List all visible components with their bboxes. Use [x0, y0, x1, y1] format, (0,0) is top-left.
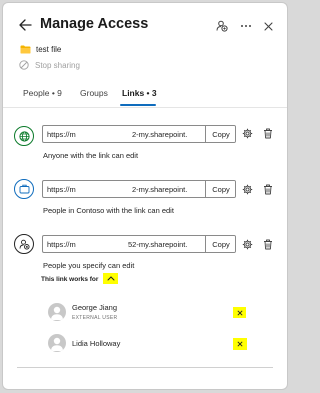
copy-button[interactable]: Copy — [205, 236, 235, 252]
link-type-anyone — [14, 126, 34, 146]
gear-icon — [242, 239, 253, 250]
more-horizontal-icon — [241, 25, 251, 27]
link-url-start: https://m — [47, 185, 76, 194]
page-title: Manage Access — [40, 16, 149, 32]
person-subtitle: EXTERNAL USER — [72, 315, 118, 321]
stop-sharing-button[interactable]: Stop sharing — [19, 59, 80, 71]
folder-icon — [20, 45, 31, 53]
remove-person-button[interactable] — [233, 307, 246, 318]
active-tab-indicator — [120, 104, 156, 106]
link-delete-button[interactable] — [262, 183, 274, 196]
link-settings-button[interactable] — [241, 183, 254, 196]
collapse-people-button[interactable] — [103, 273, 118, 284]
briefcase-icon — [19, 184, 29, 194]
link-type-specific-people — [14, 234, 34, 254]
link-url-end: 52-my.sharepoint. — [128, 240, 188, 249]
link-url-field[interactable]: https://m 2-my.sharepoint. Copy — [42, 125, 236, 143]
avatar — [48, 334, 66, 352]
arrow-left-icon — [18, 19, 32, 31]
copy-button[interactable]: Copy — [205, 126, 235, 142]
close-icon — [236, 309, 243, 316]
tabs-divider — [3, 107, 287, 108]
gear-icon — [242, 184, 253, 195]
chevron-up-icon — [107, 276, 114, 281]
trash-icon — [264, 184, 272, 195]
bottom-divider — [17, 367, 273, 368]
share-people-icon — [216, 20, 228, 32]
close-button[interactable] — [260, 18, 276, 34]
more-options-button[interactable] — [238, 18, 254, 34]
share-people-button[interactable] — [214, 18, 230, 34]
link-url-end: 2-my.sharepoint. — [132, 185, 188, 194]
copy-button[interactable]: Copy — [205, 181, 235, 197]
remove-person-button[interactable] — [233, 338, 247, 350]
stop-sharing-label: Stop sharing — [35, 60, 80, 70]
close-icon — [237, 341, 243, 347]
link-description: Anyone with the link can edit — [43, 151, 139, 160]
person-silhouette-icon — [51, 306, 63, 320]
link-url-start: https://m — [47, 130, 76, 139]
person-name: Lidia Holloway — [72, 339, 121, 348]
trash-icon — [264, 239, 272, 250]
globe-icon — [18, 130, 30, 142]
works-for-label: This link works for — [41, 276, 99, 283]
avatar — [48, 303, 66, 321]
gear-icon — [242, 128, 253, 139]
link-settings-button[interactable] — [241, 127, 254, 140]
link-settings-button[interactable] — [241, 238, 254, 251]
link-type-organization — [14, 179, 34, 199]
specific-people-icon — [19, 239, 30, 250]
link-url-field[interactable]: https://m 52-my.sharepoint. Copy — [42, 235, 236, 253]
link-url-end: 2-my.sharepoint. — [132, 130, 188, 139]
person-silhouette-icon — [51, 337, 63, 351]
link-delete-button[interactable] — [262, 127, 274, 140]
link-delete-button[interactable] — [262, 238, 274, 251]
file-name: test file — [36, 44, 62, 54]
link-url-start: https://m — [47, 240, 76, 249]
file-row: test file — [20, 43, 61, 55]
close-icon — [263, 21, 273, 31]
trash-icon — [264, 128, 272, 139]
tab-links[interactable]: Links • 3 — [122, 88, 157, 98]
tab-groups[interactable]: Groups — [80, 88, 108, 98]
tab-people[interactable]: People • 9 — [23, 88, 62, 98]
manage-access-panel: Manage Access test file Stop sharing Peo… — [2, 2, 288, 390]
block-icon — [19, 60, 29, 70]
link-url-field[interactable]: https://m 2-my.sharepoint. Copy — [42, 180, 236, 198]
back-button[interactable] — [17, 17, 33, 33]
link-description: People in Contoso with the link can edit — [43, 206, 174, 215]
person-name: George Jiang — [72, 303, 118, 312]
link-description: People you specify can edit — [43, 261, 135, 270]
